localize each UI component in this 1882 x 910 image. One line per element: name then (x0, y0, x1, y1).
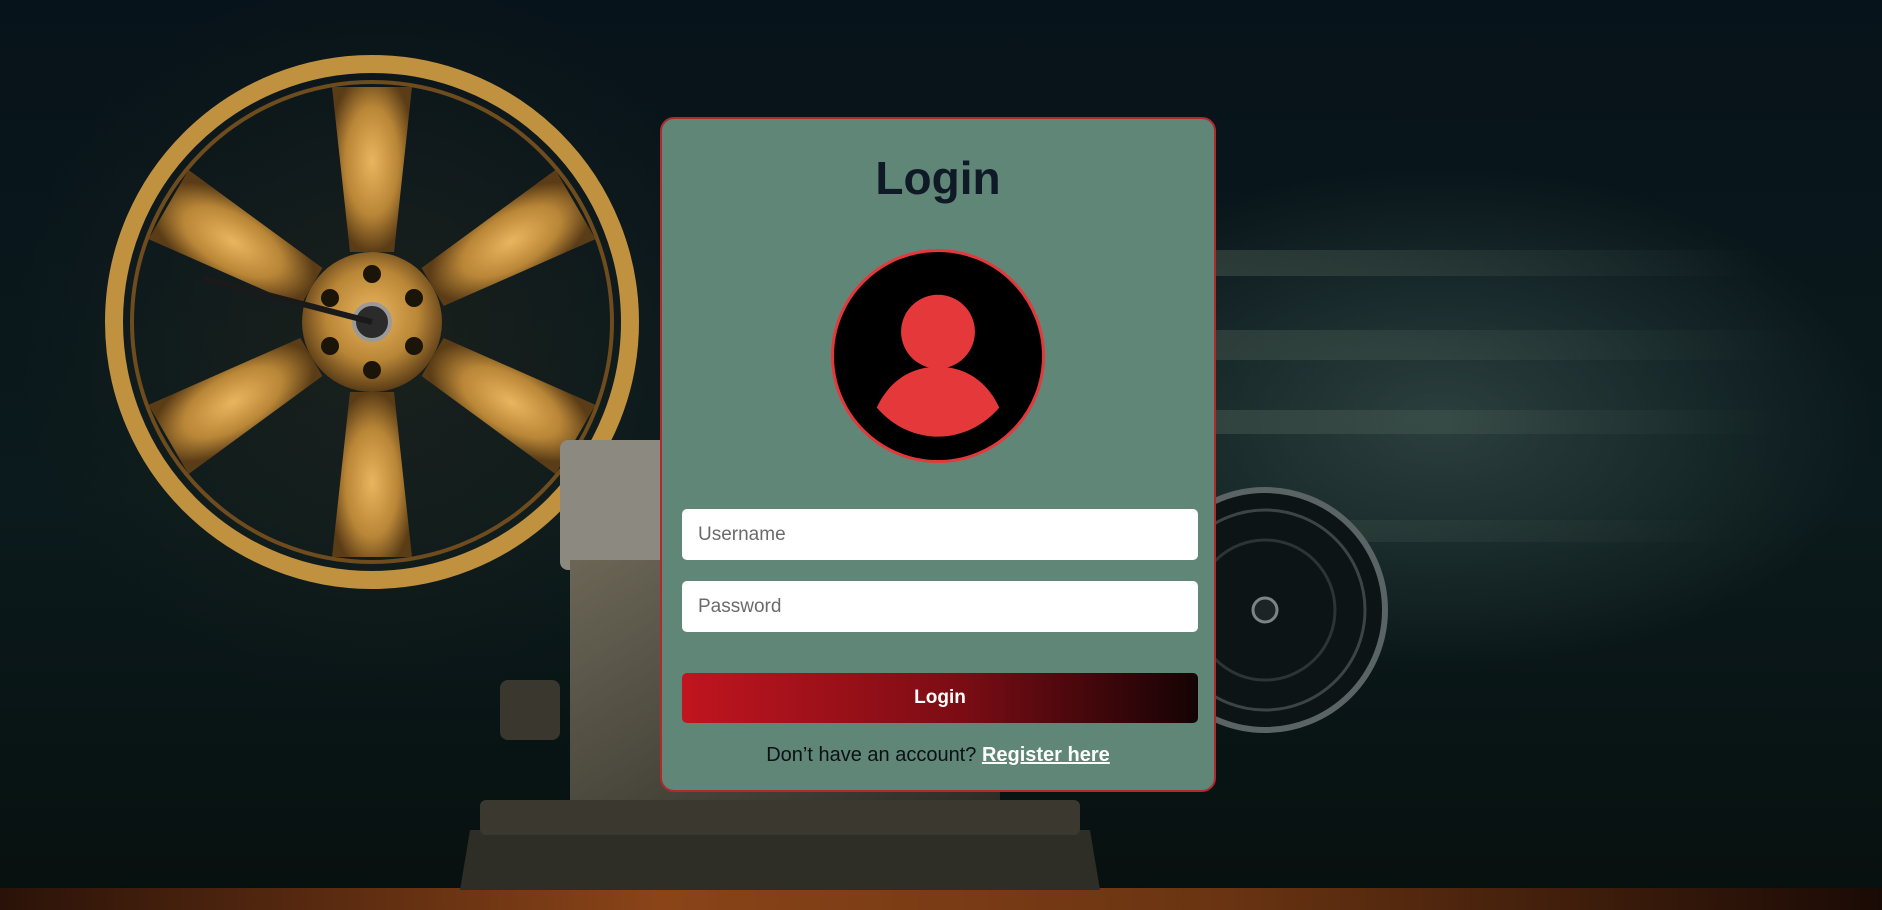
login-page: Login Login Don’t have an account? Regis… (0, 0, 1882, 910)
register-link[interactable]: Register here (982, 744, 1110, 766)
password-input[interactable] (682, 581, 1198, 632)
login-button[interactable]: Login (682, 673, 1198, 723)
user-icon (876, 294, 1000, 437)
username-input[interactable] (682, 509, 1198, 560)
login-card: Login Login Don’t have an account? Regis… (660, 117, 1216, 792)
avatar (831, 249, 1045, 463)
register-prompt-line: Don’t have an account? Register here (662, 744, 1214, 767)
register-prompt-text: Don’t have an account? (766, 744, 977, 766)
login-title: Login (875, 152, 1001, 204)
